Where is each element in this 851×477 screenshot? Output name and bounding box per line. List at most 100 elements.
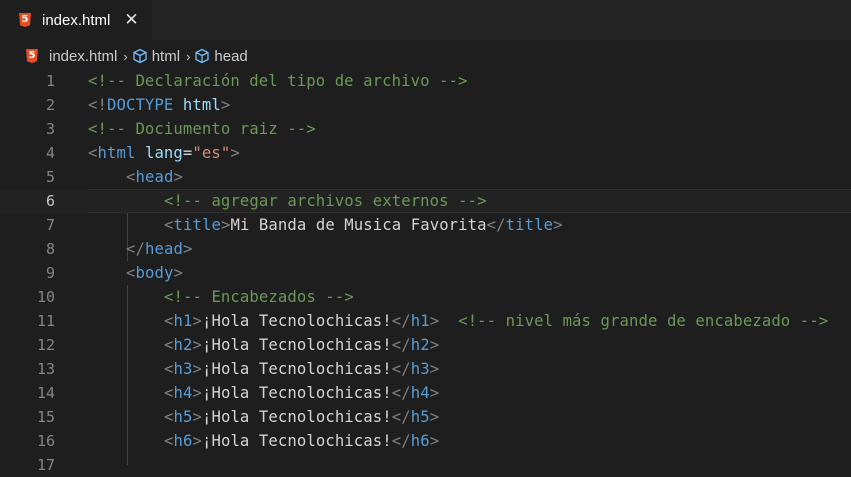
line-number: 5 [45,168,55,186]
text-content: ¡Hola Tecnolochicas! [201,360,392,378]
tag-bracket: > [192,336,202,354]
line-number: 14 [36,384,55,402]
line-number: 4 [45,144,55,162]
tag-name: h2 [173,336,193,354]
code-line[interactable]: 16 <h6>¡Hola Tecnolochicas!</h6> [0,429,851,453]
breadcrumb: index.html › html › head [0,44,851,68]
tag-bracket: > [553,216,563,234]
tag-name: h4 [410,384,430,402]
code-line[interactable]: 1 <!-- Declaración del tipo de archivo -… [0,69,851,93]
code-comment: <!-- Dociumento raiz --> [88,120,316,138]
tag-name: h3 [173,360,193,378]
tag-bracket: > [182,240,193,258]
tag-bracket: < [164,360,174,378]
code-line[interactable]: 4 <html lang="es"> [0,141,851,165]
tag-bracket: < [126,264,136,282]
line-number: 10 [36,288,55,306]
text-content: ¡Hola Tecnolochicas! [201,384,392,402]
tag-bracket: > [192,384,202,402]
tag-name: html [97,144,136,162]
tag-bracket: <! [88,96,107,114]
tag-bracket: </ [126,240,145,258]
breadcrumb-file[interactable]: index.html [49,48,117,65]
close-icon[interactable]: ✕ [124,11,138,29]
doctype-keyword: DOCTYPE [106,96,174,114]
tag-bracket: < [164,384,174,402]
code-line[interactable]: 5 <head> [0,165,851,189]
tag-bracket: < [164,336,174,354]
tab-label: index.html [42,11,111,29]
tag-name: h3 [410,360,430,378]
code-line[interactable]: 13 <h3>¡Hola Tecnolochicas!</h3> [0,357,851,381]
line-number: 3 [45,120,55,138]
tag-bracket: </ [391,408,411,426]
code-line[interactable]: 14 <h4>¡Hola Tecnolochicas!</h4> [0,381,851,405]
tag-name: h4 [173,384,193,402]
attribute-value: "es" [192,144,231,162]
code-comment: <!-- agregar archivos externos --> [164,192,487,210]
tag-bracket: < [126,168,136,186]
tag-name: h1 [410,312,430,330]
tag-bracket: </ [391,432,411,450]
tag-name: title [173,216,221,234]
tag-bracket: > [230,144,240,162]
code-line[interactable]: 3 <!-- Dociumento raiz --> [0,117,851,141]
tag-bracket: < [88,144,98,162]
text-content: Mi Banda de Musica Favorita [230,216,487,234]
breadcrumb-html[interactable]: html [152,48,180,65]
cube-icon [194,48,210,64]
line-number: 13 [36,360,55,378]
code-line-active[interactable]: 6 <!-- agregar archivos externos --> [0,189,851,213]
code-comment: <!-- Declaración del tipo de archivo --> [88,72,468,90]
tag-bracket: </ [391,384,411,402]
tab-index-html[interactable]: index.html ✕ [0,0,152,40]
line-number: 1 [45,72,55,90]
text-content: ¡Hola Tecnolochicas! [201,312,392,330]
line-number: 6 [45,192,55,210]
tag-name: head [144,240,183,258]
tag-bracket: < [164,432,174,450]
code-line[interactable]: 17 [0,453,851,477]
chevron-right-icon: › [123,48,128,64]
html5-icon [19,13,31,27]
html5-icon [26,49,38,63]
code-line[interactable]: 8 </head> [0,237,851,261]
code-line[interactable]: 12 <h2>¡Hola Tecnolochicas!</h2> [0,333,851,357]
tag-bracket: < [164,408,174,426]
code-line[interactable]: 11 <h1>¡Hola Tecnolochicas!</h1> <!-- ni… [0,309,851,333]
code-editor[interactable]: 1 <!-- Declaración del tipo de archivo -… [0,69,851,474]
tag-name: h5 [410,408,430,426]
tag-name: h6 [173,432,193,450]
tag-bracket: < [164,312,174,330]
tag-name: h6 [410,432,430,450]
code-line[interactable]: 7 <title>Mi Banda de Musica Favorita</ti… [0,213,851,237]
tag-bracket: > [173,264,183,282]
line-number: 12 [36,336,55,354]
tag-name: h2 [410,336,430,354]
code-line[interactable]: 2 <!DOCTYPE html> [0,93,851,117]
text-content: ¡Hola Tecnolochicas! [201,336,392,354]
breadcrumb-head[interactable]: head [214,48,247,65]
line-number: 7 [45,216,55,234]
attribute-name: lang [144,144,183,162]
tag-name: head [135,168,174,186]
code-line[interactable]: 9 <body> [0,261,851,285]
tag-bracket: > [429,336,440,354]
tag-bracket: > [429,432,440,450]
tag-bracket: > [192,312,202,330]
tag-name: h1 [173,312,193,330]
code-line[interactable]: 15 <h5>¡Hola Tecnolochicas!</h5> [0,405,851,429]
text-content: ¡Hola Tecnolochicas! [201,408,392,426]
line-number: 8 [45,240,55,258]
equals-sign: = [182,144,193,162]
tag-bracket: </ [391,312,411,330]
line-number: 15 [36,408,55,426]
cube-icon [132,48,148,64]
tag-bracket: < [164,216,174,234]
code-line[interactable]: 10 <!-- Encabezados --> [0,285,851,309]
line-number: 9 [45,264,55,282]
code-comment: <!-- Encabezados --> [164,288,354,306]
tag-name: body [135,264,174,282]
